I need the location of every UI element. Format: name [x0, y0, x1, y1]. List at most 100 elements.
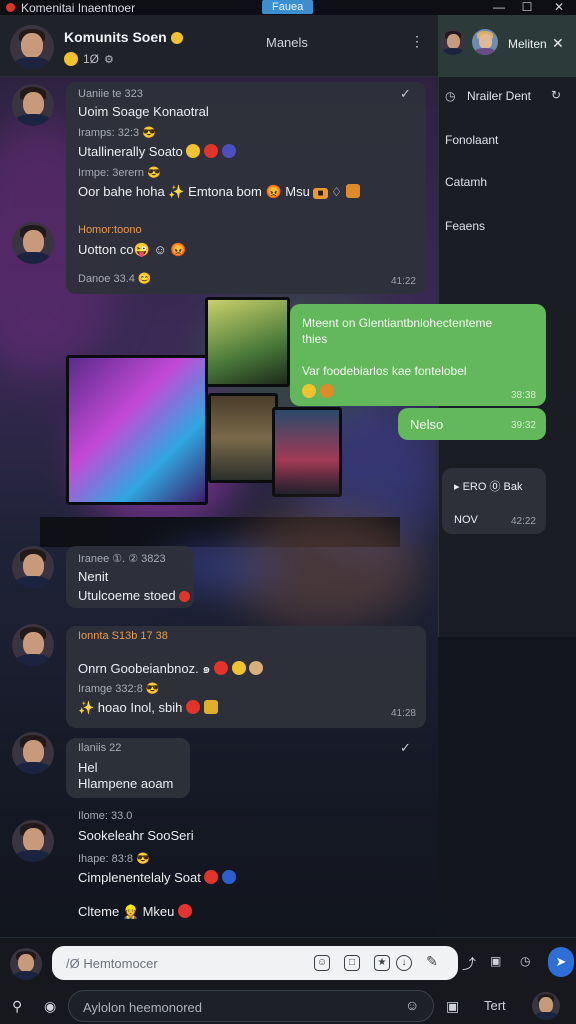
mic-icon[interactable]: ◉: [44, 998, 56, 1015]
message-bubble[interactable]: Iranee ①. ② 3823 Nenit Utulcoeme stoed: [66, 546, 194, 608]
profile-avatar[interactable]: [532, 992, 560, 1020]
message-text: thies: [302, 332, 328, 346]
minimize-icon[interactable]: —: [490, 0, 508, 14]
own-avatar[interactable]: [10, 948, 42, 980]
sender-avatar[interactable]: [12, 546, 54, 588]
message-meta: Danoe 33.4 😊: [78, 273, 152, 285]
message-text: Nenit: [78, 569, 109, 584]
emoji-icon: [178, 904, 193, 918]
message-text: Hel: [78, 760, 98, 775]
message-time: 38:38: [510, 390, 536, 401]
right-panel-header: Meliten ✕: [438, 15, 576, 77]
header-center-label[interactable]: Manels: [266, 35, 308, 50]
message-time: 41:28: [390, 708, 416, 719]
window-badge[interactable]: Fauea: [262, 0, 314, 14]
participant-avatar-1[interactable]: [440, 29, 466, 55]
clock-icon[interactable]: ◷: [520, 954, 530, 968]
read-check-icon: ✓: [400, 86, 411, 101]
emoji-icon: [179, 591, 191, 602]
outgoing-message-bubble[interactable]: Nelso 39:32: [398, 408, 546, 440]
chat-title[interactable]: Komunits Soen: [64, 29, 183, 45]
right-label[interactable]: Tert: [484, 998, 506, 1013]
trophy-icon: [203, 700, 218, 714]
send-button[interactable]: ➤: [548, 947, 574, 977]
message-meta: Ihape: 83:8 😎: [78, 853, 150, 865]
right-panel-title: Meliten: [508, 37, 547, 51]
attach-icon[interactable]: □: [344, 955, 360, 971]
sender-avatar[interactable]: [12, 820, 54, 862]
diamond-icon: ♢: [331, 185, 342, 199]
message-text: Clteme 👷 Mkeu: [78, 904, 193, 920]
sender-avatar[interactable]: [12, 624, 54, 666]
message-text: ✨ hoao Inol, sbih: [78, 700, 218, 716]
calendar-icon[interactable]: ▣: [490, 954, 501, 968]
emoji-icon: [64, 52, 78, 66]
window-titlebar: Komenitai Inaentnoer Fauea — ☐ ✕: [0, 0, 576, 15]
right-panel-item-1[interactable]: Nrailer Dent: [467, 89, 531, 103]
right-panel-item-2[interactable]: Fonolaant: [445, 133, 498, 147]
emoji-icon: [249, 661, 264, 675]
maximize-icon[interactable]: ☐: [518, 0, 536, 14]
secondary-input[interactable]: Aylolon heemonored ☺: [68, 990, 434, 1022]
message-text: ▸ ERO ⓪ Bak: [454, 481, 523, 493]
app-icon: [6, 3, 15, 12]
emoji-icon: [222, 870, 237, 884]
group-avatar[interactable]: [10, 25, 54, 69]
sender-avatar[interactable]: [12, 222, 54, 264]
emoji-icon: [231, 661, 246, 675]
outgoing-message-bubble[interactable]: Mteent on Glentiantbnlohectenteme thies …: [290, 304, 546, 406]
download-icon[interactable]: ↓: [396, 955, 412, 971]
scroll-icon[interactable]: ⤴: [462, 954, 476, 974]
trophy-icon: [345, 184, 360, 198]
message-meta: Ilome: 33.0: [78, 810, 133, 822]
message-text: Mteent on Glentiantbnlohectenteme: [302, 316, 493, 330]
right-panel-item-4[interactable]: Feaens: [445, 219, 485, 233]
message-meta: Iramge 332:8 😎: [78, 683, 160, 695]
sender-avatar[interactable]: [12, 732, 54, 774]
message-time: 42:22: [510, 516, 536, 527]
message-bubble[interactable]: Ionnta S13b 17 38 Onrn Goobeianbnoz. ๑ I…: [66, 626, 426, 728]
pen-icon[interactable]: ✎: [424, 954, 440, 971]
message-bubble[interactable]: Ilaniis 22 Hel Hlampene aoam: [66, 738, 190, 798]
refresh-icon[interactable]: ↻: [551, 88, 561, 102]
reaction-badge-icon: ■: [313, 188, 328, 199]
message-text: Var foodebiarlos kae fontelobel: [302, 364, 467, 378]
message-bubble[interactable]: Ilome: 33.0 Sookeleahr SooSeri Ihape: 83…: [66, 804, 326, 932]
message-text: Utulcoeme stoed: [78, 588, 191, 603]
message-meta: Iramps: 32:3 😎: [78, 127, 156, 139]
message-time: 39:32: [510, 420, 536, 431]
attachment-icon[interactable]: ⚲: [12, 998, 22, 1015]
window-title: Komenitai Inaentnoer: [21, 0, 136, 15]
chat-subtitle: 1Ø ⚙: [64, 52, 114, 66]
sticker-icon[interactable]: ☺: [314, 955, 330, 971]
more-icon[interactable]: ⋮: [410, 33, 424, 50]
emoji-icon: [186, 144, 201, 158]
sender-name[interactable]: Homor:toono: [78, 224, 142, 236]
message-text: Sookeleahr SooSeri: [78, 828, 194, 843]
close-window-icon[interactable]: ✕: [550, 0, 568, 14]
message-bubble[interactable]: Uaniie te 323 Uoim Soage Konaotral Iramp…: [66, 82, 426, 294]
message-input[interactable]: /Ø Hemtomocer ☺ □ ★ ↓ ✎: [52, 946, 458, 980]
message-text: Hlampene aoam: [78, 776, 174, 791]
smile-emoji-icon: [170, 32, 183, 44]
message-meta: Iranee ①. ② 3823: [78, 553, 166, 565]
emoji-picker-icon[interactable]: ☺: [405, 997, 419, 1013]
message-meta: Irmpe: 3erern 😎: [78, 167, 161, 179]
right-panel-item-3[interactable]: Catamh: [445, 175, 487, 189]
close-icon[interactable]: ✕: [552, 35, 564, 52]
message-meta: Ilaniis 22: [78, 742, 122, 754]
message-bubble[interactable]: ▸ ERO ⓪ Bak NOV 42:22: [442, 468, 546, 534]
camera-icon[interactable]: ▣: [446, 998, 459, 1015]
message-time: 41:22: [390, 276, 416, 287]
message-text: Nelso: [410, 417, 444, 432]
sender-avatar[interactable]: [12, 84, 54, 126]
message-text: Onrn Goobeianbnoz. ๑: [78, 658, 264, 679]
emoji-icon: [204, 144, 219, 158]
message-text: Utallinerally Soato: [78, 144, 236, 159]
message-text: Uotton co😜 ☺ 😡: [78, 242, 187, 257]
participant-avatar-2[interactable]: [472, 29, 498, 55]
emoji-icon: [221, 144, 236, 158]
gif-icon[interactable]: ★: [374, 955, 390, 971]
message-meta: Uaniie te 323: [78, 88, 143, 100]
sender-name[interactable]: Ionnta S13b 17 38: [78, 630, 168, 642]
